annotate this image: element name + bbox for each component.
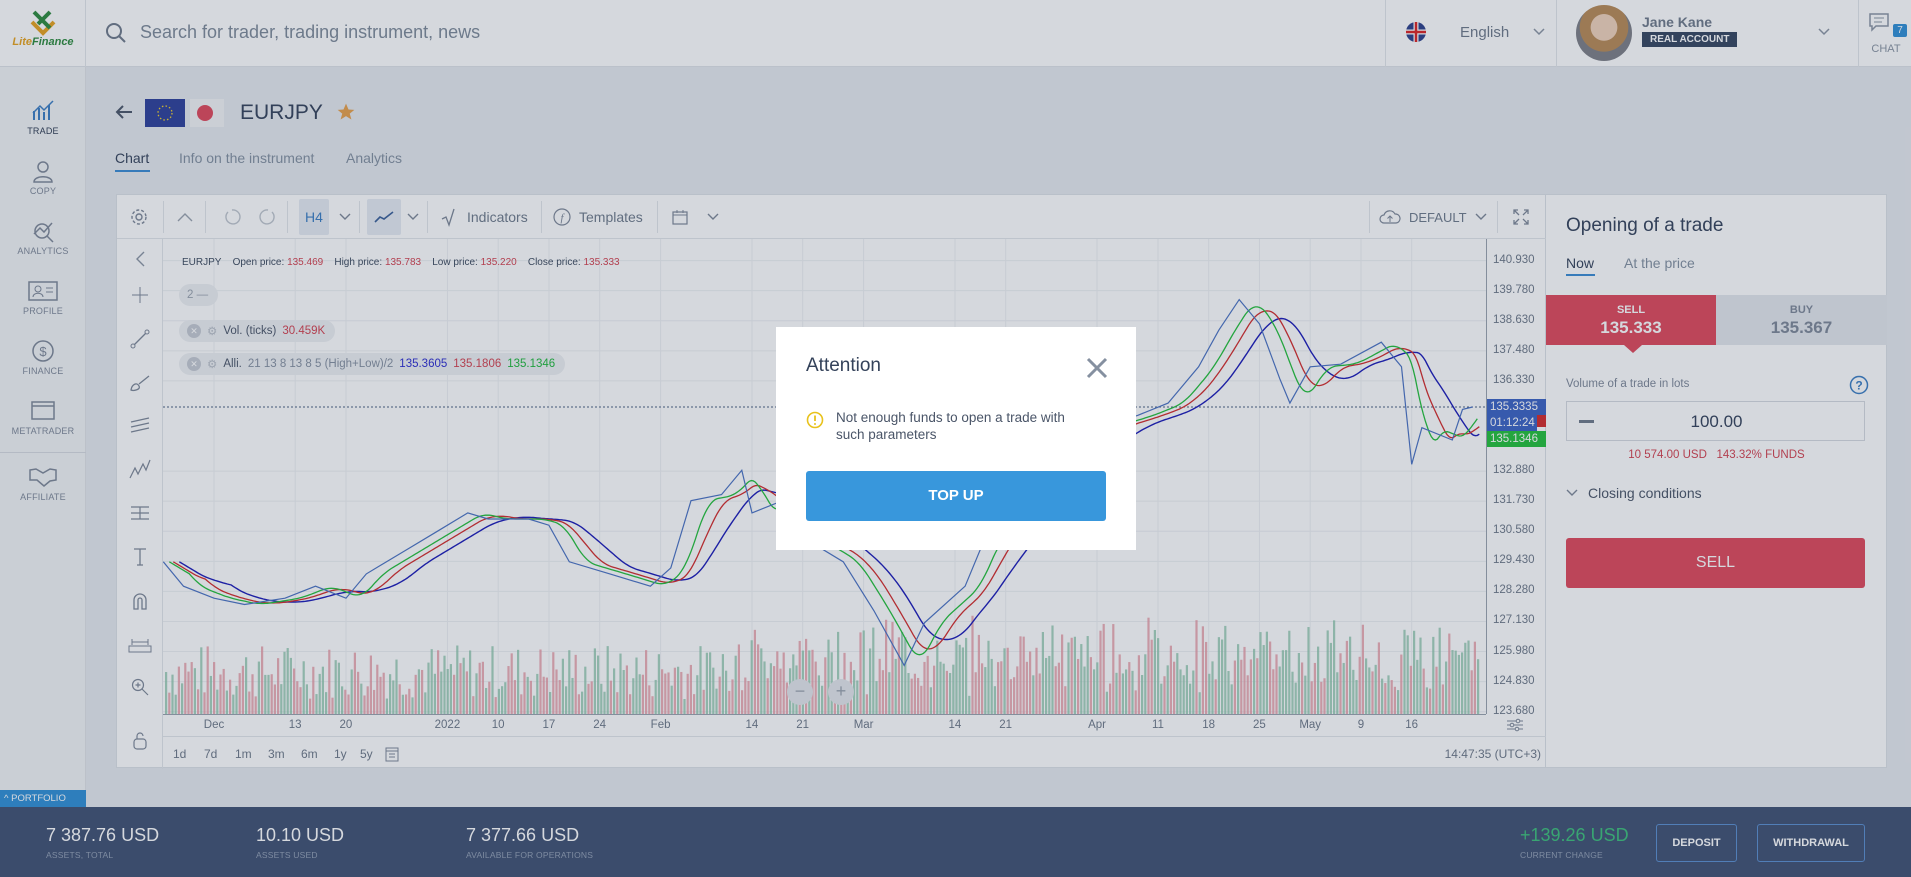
attention-dialog: Attention Not enough funds to open a tra… (776, 327, 1136, 550)
top-up-button[interactable]: TOP UP (806, 471, 1106, 521)
dialog-message: Not enough funds to open a trade with su… (836, 410, 1065, 442)
dialog-title: Attention (806, 355, 881, 376)
warning-icon (806, 411, 824, 429)
close-icon[interactable] (1086, 357, 1108, 379)
